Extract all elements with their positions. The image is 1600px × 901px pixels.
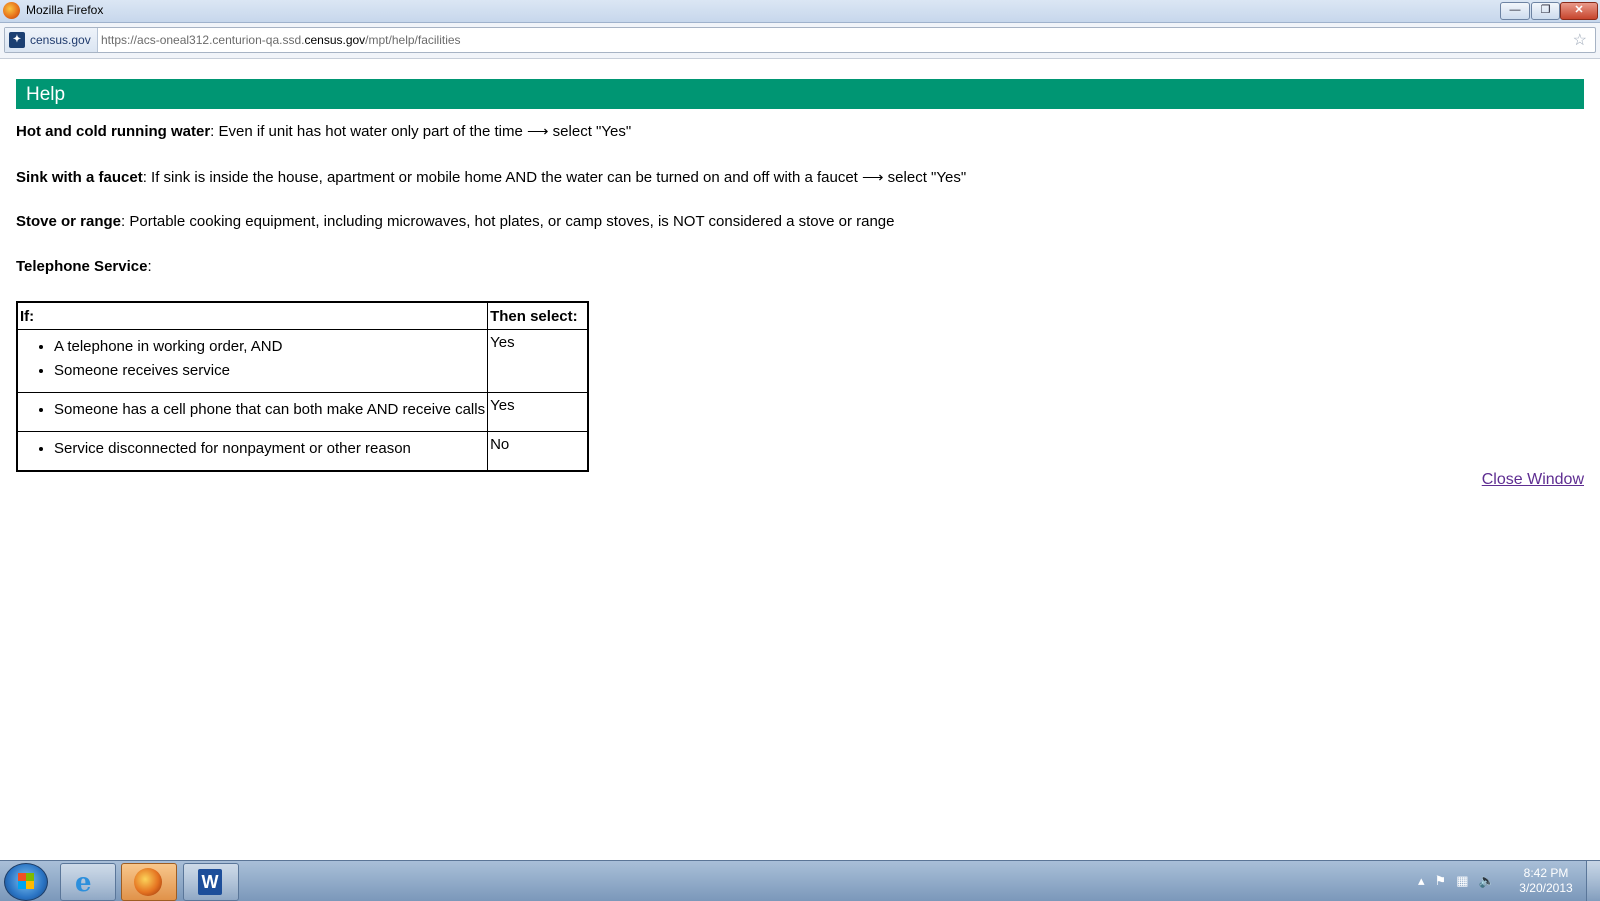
- table-header-row: If: Then select:: [16, 301, 589, 330]
- table-cell-condition: Service disconnected for nonpayment or o…: [16, 431, 489, 472]
- condition-list: Someone has a cell phone that can both m…: [20, 398, 485, 422]
- restore-button[interactable]: ❐: [1531, 2, 1560, 20]
- minimize-button[interactable]: —: [1500, 2, 1530, 20]
- system-tray: ▴ ⚑ ▦ 🔈: [1418, 873, 1495, 889]
- site-identity-button[interactable]: ✦ census.gov: [5, 28, 98, 52]
- list-item: Someone has a cell phone that can both m…: [54, 398, 485, 422]
- internet-explorer-icon: e: [75, 868, 92, 898]
- clock-time: 8:42 PM: [1523, 866, 1569, 880]
- table-cell-condition: Someone has a cell phone that can both m…: [16, 392, 489, 432]
- condition-list: Service disconnected for nonpayment or o…: [20, 437, 485, 461]
- navigation-bar: ✦ census.gov https://acs-oneal312.centur…: [0, 23, 1600, 59]
- show-hidden-icons-icon[interactable]: ▴: [1418, 873, 1425, 889]
- page-title: Help: [26, 84, 66, 105]
- help-item-hot-cold-water: Hot and cold running water: Even if unit…: [16, 122, 631, 140]
- window-title: Mozilla Firefox: [26, 3, 104, 17]
- url-bar[interactable]: ✦ census.gov https://acs-oneal312.centur…: [4, 27, 1596, 53]
- help-text: :: [147, 258, 152, 275]
- url-text[interactable]: https://acs-oneal312.centurion-qa.ssd.ce…: [101, 33, 461, 47]
- firefox-icon: [3, 2, 20, 19]
- help-text: : Portable cooking equipment, including …: [121, 213, 895, 230]
- help-item-stove-range: Stove or range: Portable cooking equipme…: [16, 213, 894, 230]
- table-cell-condition: A telephone in working order, AND Someon…: [16, 329, 489, 393]
- help-item-sink-faucet: Sink with a faucet: If sink is inside th…: [16, 168, 966, 186]
- site-identity-label: census.gov: [30, 33, 91, 47]
- table-cell-answer: Yes: [487, 392, 589, 432]
- telephone-service-table: If: Then select: A telephone in working …: [16, 301, 590, 472]
- list-item: A telephone in working order, AND: [54, 335, 485, 359]
- help-term: Telephone Service: [16, 258, 148, 275]
- help-text: : Even if unit has hot water only part o…: [210, 123, 632, 140]
- column-header-then-select: Then select:: [487, 301, 589, 330]
- taskbar-clock[interactable]: 8:42 PM 3/20/2013: [1516, 866, 1576, 896]
- word-icon: W: [198, 869, 222, 895]
- table-cell-answer: No: [487, 431, 589, 472]
- close-button[interactable]: ✕: [1560, 2, 1598, 20]
- clock-date: 3/20/2013: [1519, 881, 1573, 895]
- url-prefix: https://acs-oneal312.centurion-qa.ssd.: [101, 33, 305, 47]
- url-domain: census.gov: [304, 33, 366, 47]
- bookmark-star-icon[interactable]: ☆: [1573, 30, 1587, 50]
- taskbar-microsoft-word[interactable]: W: [183, 863, 239, 901]
- network-icon[interactable]: ▦: [1456, 873, 1468, 889]
- table-row: Someone has a cell phone that can both m…: [16, 392, 589, 432]
- volume-icon[interactable]: 🔈: [1478, 873, 1494, 889]
- firefox-icon: [134, 868, 162, 896]
- window-titlebar: Mozilla Firefox — ❐ ✕: [0, 0, 1600, 23]
- table-row: Service disconnected for nonpayment or o…: [16, 431, 589, 472]
- table-cell-answer: Yes: [487, 329, 589, 393]
- windows-logo-icon: [18, 873, 34, 889]
- column-header-if: If:: [16, 301, 489, 330]
- close-window-link[interactable]: Close Window: [1482, 471, 1584, 489]
- help-term: Stove or range: [16, 213, 122, 230]
- url-path: /mpt/help/facilities: [365, 33, 461, 47]
- list-item: Someone receives service: [54, 359, 485, 383]
- help-item-telephone-service: Telephone Service:: [16, 258, 152, 275]
- start-button[interactable]: [4, 863, 48, 901]
- action-center-flag-icon[interactable]: ⚑: [1435, 873, 1447, 889]
- help-term: Sink with a faucet: [16, 169, 143, 186]
- table-row: A telephone in working order, AND Someon…: [16, 329, 589, 393]
- taskbar: e W ▴ ⚑ ▦ 🔈 8:42 PM 3/20/2013: [0, 860, 1600, 901]
- taskbar-firefox[interactable]: [121, 863, 177, 901]
- help-text: : If sink is inside the house, apartment…: [142, 169, 967, 186]
- site-favicon-icon: ✦: [9, 32, 25, 48]
- taskbar-internet-explorer[interactable]: e: [60, 863, 116, 901]
- list-item: Service disconnected for nonpayment or o…: [54, 437, 485, 461]
- help-header-bar: Help: [16, 79, 1584, 109]
- help-term: Hot and cold running water: [16, 123, 211, 140]
- show-desktop-button[interactable]: [1586, 861, 1600, 901]
- condition-list: A telephone in working order, AND Someon…: [20, 335, 485, 383]
